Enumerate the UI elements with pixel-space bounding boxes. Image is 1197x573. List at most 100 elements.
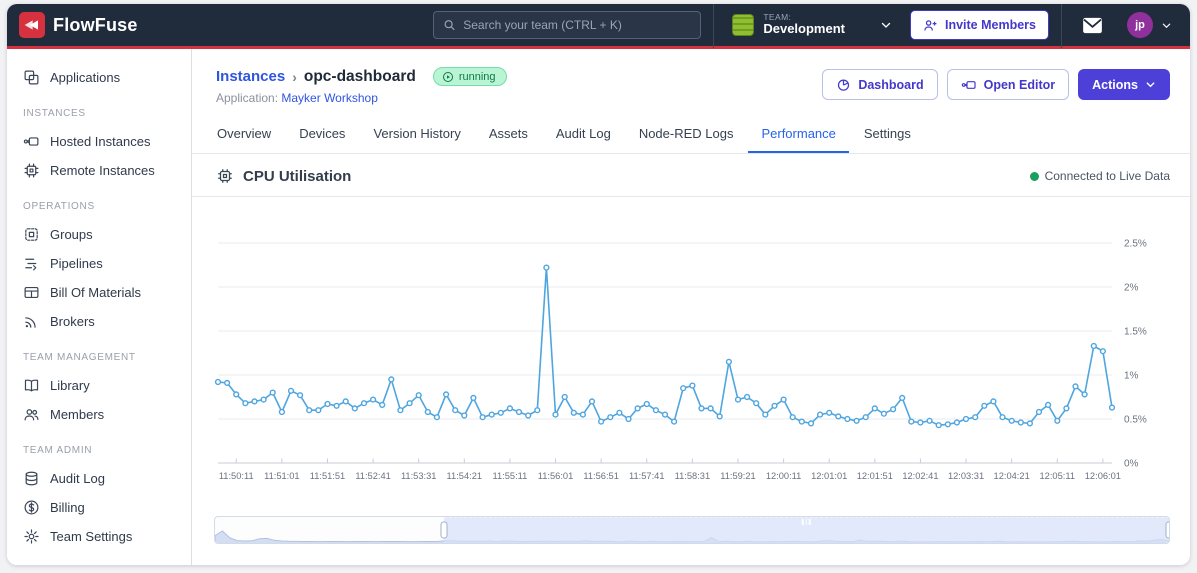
open-editor-button[interactable]: Open Editor: [946, 69, 1070, 100]
play-circle-icon: [442, 71, 454, 83]
sidebar-item-label: Bill Of Materials: [50, 285, 142, 300]
y-axis-label: 1%: [1124, 371, 1139, 382]
team-settings-icon: [23, 528, 40, 545]
data-point-marker: [981, 402, 988, 409]
tab-node-red-logs[interactable]: Node-RED Logs: [626, 117, 747, 153]
data-point-marker: [1072, 383, 1079, 390]
data-point-marker: [661, 411, 669, 418]
sidebar-item-brokers[interactable]: Brokers: [7, 307, 191, 336]
sidebar-item-pipelines[interactable]: Pipelines: [7, 249, 191, 278]
sidebar: Applications INSTANCES Hosted Instances Rem…: [7, 49, 192, 565]
user-menu[interactable]: jp: [1123, 12, 1176, 38]
sidebar-item-billing[interactable]: Billing: [7, 493, 191, 522]
panel-header: CPU Utilisation Connected to Live Data: [192, 154, 1190, 197]
data-point-marker: [780, 396, 787, 403]
sidebar-section-label: OPERATIONS: [23, 201, 95, 212]
tab-settings[interactable]: Settings: [851, 117, 924, 153]
x-axis-label: 12:01:01: [811, 471, 847, 481]
chart-navigator[interactable]: [214, 516, 1170, 544]
x-axis-label: 12:00:11: [766, 471, 802, 481]
data-point-marker: [743, 393, 751, 401]
data-point-marker: [461, 412, 468, 419]
tab-version-history[interactable]: Version History: [360, 117, 473, 153]
sidebar-item-members[interactable]: Members: [7, 400, 191, 429]
sidebar-item-remote-instances[interactable]: Remote Instances: [7, 156, 191, 185]
sidebar-item-label: Library: [50, 378, 90, 393]
invite-members-button[interactable]: Invite Members: [909, 10, 1049, 40]
tab-bar: Overview Devices Version History Assets Audi…: [192, 117, 1190, 154]
search-input[interactable]: [463, 18, 692, 32]
data-point-marker: [826, 409, 833, 416]
x-axis-label: 11:51:01: [264, 471, 300, 481]
actions-button[interactable]: Actions: [1078, 69, 1170, 100]
data-point-marker: [415, 392, 422, 399]
y-axis-label: 2%: [1124, 283, 1139, 294]
invite-members-label: Invite Members: [944, 18, 1036, 32]
sidebar-section-label: TEAM ADMIN: [23, 445, 93, 456]
data-point-marker: [1044, 401, 1052, 409]
sidebar-item-hosted-instances[interactable]: Hosted Instances: [7, 127, 191, 156]
data-point-marker: [652, 407, 660, 414]
tab-performance[interactable]: Performance: [748, 117, 849, 153]
tab-assets[interactable]: Assets: [476, 117, 541, 153]
sidebar-item-groups[interactable]: Groups: [7, 220, 191, 249]
tab-devices[interactable]: Devices: [286, 117, 358, 153]
data-point-marker: [789, 414, 796, 421]
navigator-left-handle[interactable]: [440, 521, 448, 539]
data-point-marker: [698, 405, 705, 412]
navigator-right-handle[interactable]: [1165, 521, 1169, 539]
data-point-marker: [1108, 404, 1116, 411]
data-point-marker: [598, 418, 605, 425]
team-selector[interactable]: TEAM: Development: [726, 12, 898, 38]
x-axis-label: 11:52:41: [355, 471, 391, 481]
applications-icon: [23, 69, 40, 86]
data-point-marker: [525, 412, 532, 419]
tab-overview[interactable]: Overview: [204, 117, 284, 153]
sidebar-item-bill-of-materials[interactable]: Bill Of Materials: [7, 278, 191, 307]
sidebar-item-label: Pipelines: [50, 256, 103, 271]
data-point-marker: [214, 378, 222, 386]
sidebar-item-audit-log[interactable]: Audit Log: [7, 464, 191, 493]
status-badge-label: running: [458, 70, 496, 83]
data-point-marker: [315, 407, 322, 414]
data-point-marker: [443, 391, 450, 398]
page-background: FlowFuse TEAM: Development: [0, 0, 1197, 573]
navigator-grip-icon[interactable]: [802, 519, 811, 525]
sidebar-section-label: TEAM MANAGEMENT: [23, 352, 136, 363]
notifications-button[interactable]: [1074, 17, 1111, 34]
breadcrumb-instances-link[interactable]: Instances: [216, 68, 285, 85]
sidebar-item-team-settings[interactable]: Team Settings: [7, 522, 191, 551]
team-search[interactable]: [433, 11, 702, 39]
cpu-chart-svg: 0% 0.5% 1% 1.5% 2% 2.5% 11:50:11 11:51:01 11:51:…: [214, 239, 1147, 481]
team-avatar-icon: [732, 13, 755, 36]
sidebar-item-applications[interactable]: Applications: [7, 63, 191, 92]
data-point-marker: [1008, 417, 1015, 424]
data-point-marker: [926, 417, 933, 424]
sidebar-item-label: Applications: [50, 70, 121, 85]
data-point-marker: [734, 396, 742, 403]
envelope-icon: [1082, 17, 1103, 34]
data-point-marker: [388, 376, 395, 383]
data-point-marker: [607, 414, 614, 421]
cpu-chip-icon: [216, 167, 234, 185]
audit-log-icon: [23, 470, 40, 487]
sidebar-item-library[interactable]: Library: [7, 371, 191, 400]
top-navbar: FlowFuse TEAM: Development: [7, 4, 1190, 49]
dashboard-button[interactable]: Dashboard: [822, 69, 938, 100]
user-plus-icon: [923, 18, 938, 33]
data-point-marker: [762, 411, 769, 418]
data-point-marker: [452, 407, 459, 414]
data-point-marker: [753, 400, 760, 407]
data-point-marker: [534, 407, 541, 414]
data-point-marker: [999, 414, 1006, 421]
header-actions: Dashboard Open Editor Actions: [822, 67, 1170, 100]
tab-audit-log[interactable]: Audit Log: [543, 117, 624, 153]
breadcrumb: Instances › opc-dashboard running: [216, 67, 507, 86]
data-point-marker: [1026, 420, 1034, 427]
x-axis-label: 12:03:31: [948, 471, 984, 481]
sidebar-item-label: Brokers: [50, 314, 95, 329]
application-link[interactable]: Mayker Workshop: [281, 91, 377, 105]
data-point-marker: [680, 385, 687, 392]
y-axis-label: 0%: [1124, 459, 1139, 470]
flowfuse-logo[interactable]: FlowFuse: [19, 12, 138, 38]
